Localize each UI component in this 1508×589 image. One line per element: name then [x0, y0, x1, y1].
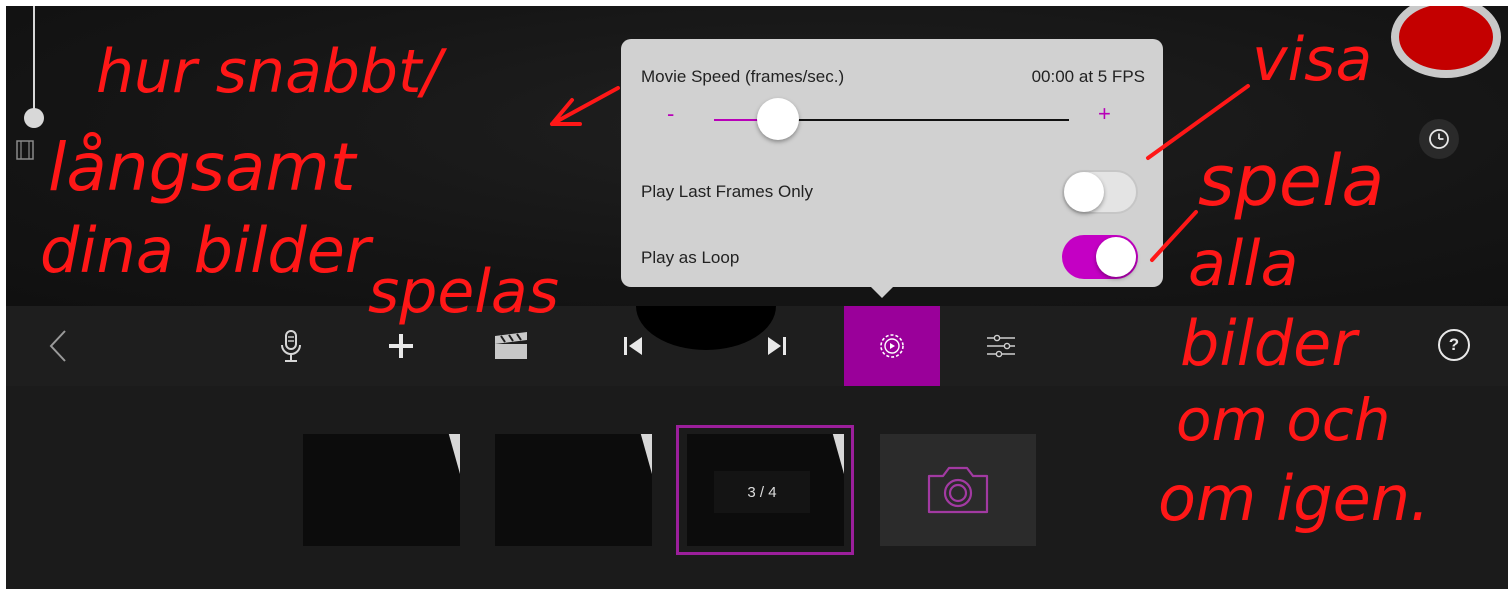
playback-settings-button[interactable] — [844, 306, 940, 386]
clock-icon — [1429, 129, 1449, 149]
skip-back-icon — [624, 337, 642, 355]
playback-settings-icon — [880, 334, 904, 358]
onion-skin-slider-knob[interactable] — [24, 108, 44, 128]
audio-record-button[interactable] — [268, 306, 314, 386]
app-screen: ? 3 / 4 Movie Speed (frames/sec.) 00:00 … — [6, 6, 1508, 589]
camera-icon — [927, 466, 989, 514]
playback-settings-popover: Movie Speed (frames/sec.) 00:00 at 5 FPS… — [621, 39, 1163, 287]
record-button[interactable] — [1391, 6, 1501, 78]
adjustments-button[interactable] — [978, 306, 1024, 386]
timer-button[interactable] — [1419, 119, 1459, 159]
help-button[interactable]: ? — [1438, 329, 1470, 361]
film-icon — [16, 140, 34, 160]
frame-thumbnail[interactable] — [495, 434, 652, 546]
frame-counter: 3 / 4 — [714, 471, 810, 513]
help-label: ? — [1448, 335, 1460, 354]
play-last-frames-label: Play Last Frames Only — [641, 182, 813, 201]
chevron-left-icon — [49, 330, 66, 362]
onion-skin-slider-track[interactable] — [33, 6, 35, 114]
plus-icon — [389, 334, 413, 358]
play-last-frames-toggle[interactable] — [1062, 170, 1138, 214]
clapperboard-icon — [495, 332, 527, 359]
add-button[interactable] — [378, 306, 424, 386]
frame-thumbnail[interactable] — [303, 434, 460, 546]
timecode-readout: 00:00 at 5 FPS — [1031, 67, 1145, 86]
toggle-knob — [1096, 237, 1136, 277]
skip-forward-icon — [768, 337, 786, 355]
movie-speed-label: Movie Speed (frames/sec.) — [641, 67, 845, 86]
speed-decrease-button[interactable]: - — [667, 101, 674, 127]
back-button[interactable] — [36, 306, 80, 386]
project-button[interactable] — [486, 306, 536, 386]
frame-filmstrip: 3 / 4 — [6, 386, 1508, 589]
toggle-knob — [1064, 172, 1104, 212]
popover-arrow — [870, 286, 894, 298]
capture-frame-button[interactable] — [880, 434, 1036, 546]
play-as-loop-label: Play as Loop — [641, 248, 740, 267]
movie-speed-slider-knob[interactable] — [756, 98, 799, 140]
movie-speed-slider[interactable] — [714, 98, 1069, 140]
adjust-sliders-icon — [987, 334, 1015, 358]
microphone-icon — [281, 330, 301, 362]
play-as-loop-toggle[interactable] — [1062, 235, 1138, 279]
speed-increase-button[interactable]: + — [1098, 101, 1111, 127]
